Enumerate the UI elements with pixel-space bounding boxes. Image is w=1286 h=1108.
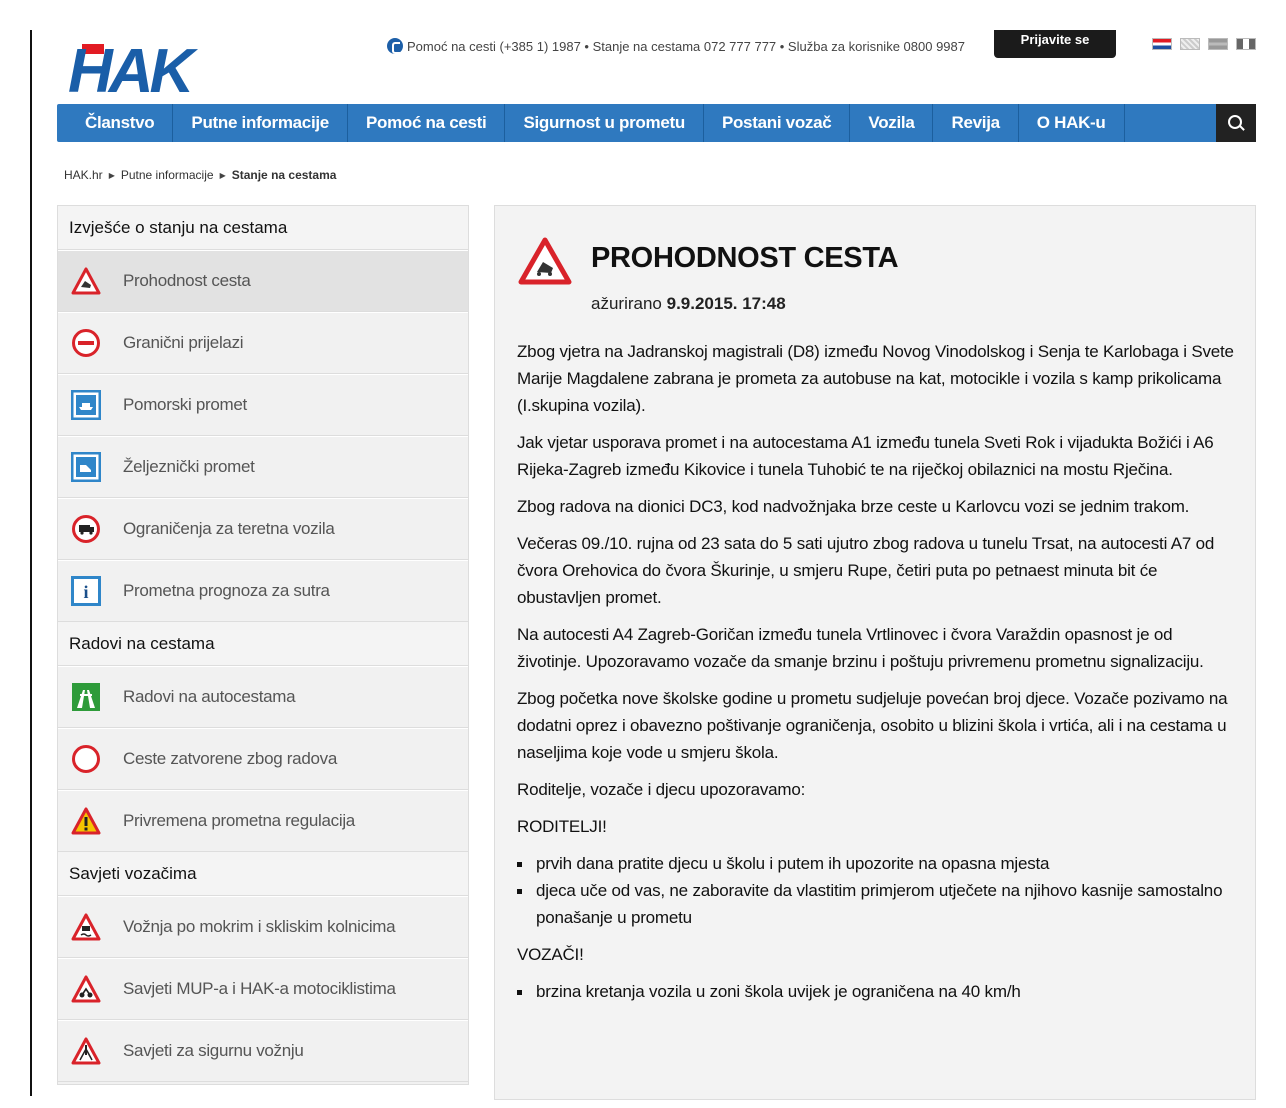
sidebar-item-radovi-autocestama[interactable]: Radovi na autocestama [58,666,468,728]
sidebar-item-label: Savjeti MUP-a i HAK-a motociklistima [123,979,396,998]
sidebar-item-label: Savjeti za sigurnu vožnju [123,1041,304,1060]
login-button[interactable]: Prijavite se [994,30,1116,58]
sidebar-heading-savjeti: Savjeti vozačima [58,852,468,896]
sidebar-item-prohodnost-cesta[interactable]: Prohodnost cesta [58,250,468,312]
nav-item-putne-informacije[interactable]: Putne informacije [173,104,348,142]
roadworks-triangle-icon [71,806,101,836]
it-flag-icon[interactable] [1236,38,1256,50]
language-switcher [1152,38,1256,50]
sidebar-item-voznja-mokrim[interactable]: Vožnja po mokrim i skliskim kolnicima [58,896,468,958]
article-paragraph: Na autocesti A4 Zagreb-Goričan između tu… [517,625,1204,671]
nav-item-revija[interactable]: Revija [933,104,1019,142]
sidebar-item-label: Prometna prognoza za sutra [123,581,330,600]
warning-triangle-icon [71,266,101,296]
article-paragraph: Zbog vjetra na Jadranskoj magistrali (D8… [517,342,1234,415]
sidebar-heading-izvjesce: Izvješće o stanju na cestama [58,206,468,250]
nav-item-postani-vozac[interactable]: Postani vozač [704,104,851,142]
sidebar-item-label: Ograničenja za teretna vozila [123,519,335,538]
breadcrumb-separator-icon: ▶ [219,170,226,180]
sidebar-item-label: Vožnja po mokrim i skliskim kolnicima [123,917,396,936]
sidebar-item-label: Radovi na autocestama [123,687,296,706]
breadcrumb: HAK.hr ▶ Putne informacije ▶ Stanje na c… [64,168,336,182]
article-paragraph: Jak vjetar usporava promet i na autocest… [517,433,1214,479]
nav-item-clanstvo[interactable]: Članstvo [57,104,174,142]
train-icon [71,452,101,482]
main-content: PROHODNOST CESTA ažurirano 9.9.2015. 17:… [494,205,1256,1100]
contact-info: Pomoć na cesti (+385 1) 1987 • Stanje na… [345,36,965,58]
motorcycle-triangle-icon [71,974,101,1004]
sidebar-item-ogranicenja-teretna[interactable]: Ograničenja za teretna vozila [58,498,468,560]
sidebar-item-label: Ceste zatvorene zbog radova [123,749,337,768]
closed-road-icon [71,744,101,774]
sidebar-item-label: Prohodnost cesta [123,271,251,290]
updated-prefix: ažurirano [591,294,662,313]
nav-item-sigurnost-u-prometu[interactable]: Sigurnost u prometu [505,104,704,142]
search-icon[interactable] [1216,104,1256,142]
sidebar-item-ceste-zatvorene[interactable]: Ceste zatvorene zbog radova [58,728,468,790]
updated-timestamp: ažurirano 9.9.2015. 17:48 [591,294,786,314]
list-item: djeca uče od vas, ne zaboravite da vlast… [517,877,1239,931]
motorway-icon [71,682,101,712]
info-icon: i [71,576,101,606]
truck-restriction-icon [71,514,101,544]
sidebar-heading-radovi: Radovi na cestama [58,622,468,666]
breadcrumb-putne-informacije[interactable]: Putne informacije [121,168,214,182]
nav-item-pomoc-na-cesti[interactable]: Pomoć na cesti [348,104,506,142]
warning-triangle-icon [517,236,573,291]
page-edge [30,30,32,1096]
logo-text: HAK [68,42,199,96]
article-paragraph: Večeras 09./10. rujna od 23 sata do 5 sa… [517,534,1215,607]
drivers-heading: VOZAČI! [517,945,584,964]
sidebar-item-privremena-regulacija[interactable]: Privremena prometna regulacija [58,790,468,852]
sidebar-item-label: Privremena prometna regulacija [123,811,355,830]
updated-date: 9.9.2015. 17:48 [666,294,786,313]
article-body: Zbog vjetra na Jadranskoj magistrali (D8… [517,338,1239,1015]
sidebar-item-savjeti-motociklistima[interactable]: Savjeti MUP-a i HAK-a motociklistima [58,958,468,1020]
sidebar: Izvješće o stanju na cestama Prohodnost … [57,205,469,1085]
caution-triangle-icon [71,1036,101,1066]
drivers-list: brzina kretanja vozila u zoni škola uvij… [517,978,1239,1005]
svg-text:i: i [83,582,88,602]
sidebar-item-granicni-prijelazi[interactable]: Granični prijelazi [58,312,468,374]
list-item: brzina kretanja vozila u zoni škola uvij… [517,978,1239,1005]
sidebar-item-savjeti-sigurnu-voznju[interactable]: Savjeti za sigurnu vožnju [58,1020,468,1082]
sidebar-item-label: Granični prijelazi [123,333,244,352]
main-nav: Članstvo Putne informacije Pomoć na cest… [57,104,1256,142]
article-paragraph: Roditelje, vozače i djecu upozoravamo: [517,780,806,799]
nav-item-vozila[interactable]: Vozila [850,104,934,142]
sidebar-item-label: Željeznički promet [123,457,255,476]
parents-heading: RODITELJI! [517,817,607,836]
sidebar-item-zeljeznicki-promet[interactable]: Željeznički promet [58,436,468,498]
parents-list: prvih dana pratite djecu u školu i putem… [517,850,1239,931]
ship-icon [71,390,101,420]
sidebar-item-pomorski-promet[interactable]: Pomorski promet [58,374,468,436]
nav-item-o-hak-u[interactable]: O HAK-u [1019,104,1125,142]
article-paragraph: Zbog radova na dionici DC3, kod nadvožnj… [517,497,1190,516]
list-item: prvih dana pratite djecu u školu i putem… [517,850,1239,877]
breadcrumb-home[interactable]: HAK.hr [64,168,103,182]
phone-icon [387,38,403,54]
slippery-road-icon [71,912,101,942]
hr-flag-icon[interactable] [1152,38,1172,50]
sidebar-item-prometna-prognoza[interactable]: i Prometna prognoza za sutra [58,560,468,622]
article-paragraph: Zbog početka nove školske godine u prome… [517,689,1228,762]
en-flag-icon[interactable] [1180,38,1200,50]
breadcrumb-current: Stanje na cestama [231,168,337,182]
breadcrumb-separator-icon: ▶ [108,170,115,180]
de-flag-icon[interactable] [1208,38,1228,50]
contact-text: Pomoć na cesti (+385 1) 1987 • Stanje na… [407,39,965,54]
hak-logo[interactable]: HAK [68,37,240,106]
sidebar-item-label: Pomorski promet [123,395,247,414]
page-title: PROHODNOST CESTA [591,242,899,274]
no-entry-icon [71,328,101,358]
